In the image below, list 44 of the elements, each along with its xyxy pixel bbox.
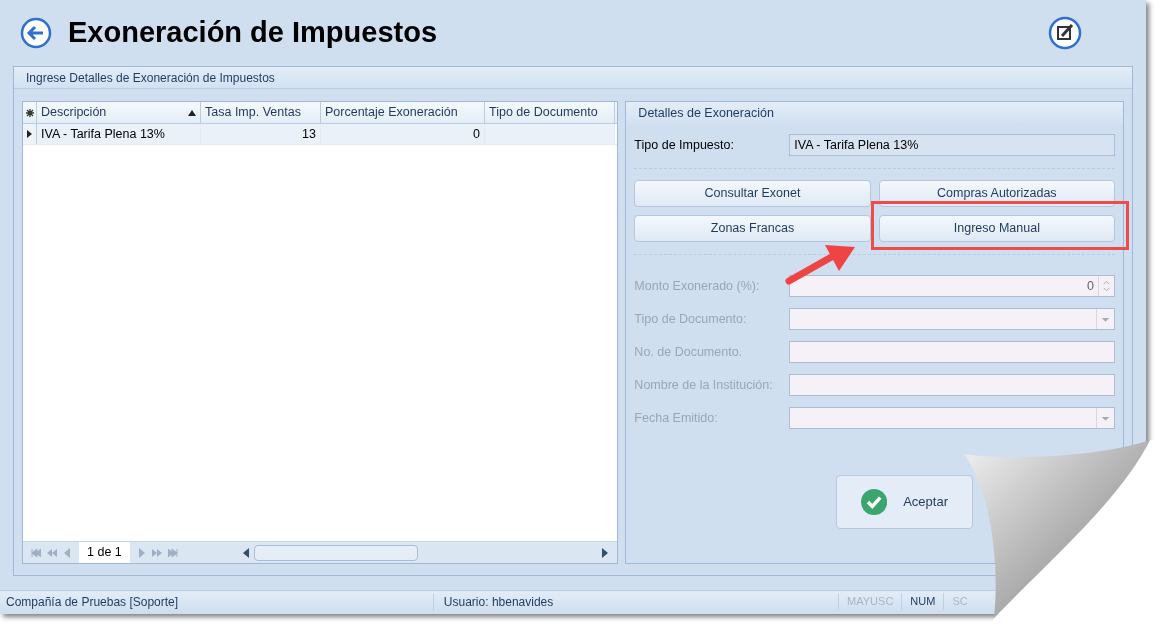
user-label: Usuario: hbenavides	[432, 592, 839, 611]
dropdown-field[interactable]	[789, 308, 1115, 330]
field-label: Fecha Emitido:	[634, 409, 719, 427]
right-arrow-icon[interactable]	[601, 547, 610, 558]
table-cell: IVA - Tarifa Plena 13%	[37, 124, 201, 144]
row-indicator[interactable]	[23, 124, 37, 144]
left-arrow-icon[interactable]	[241, 547, 250, 558]
column-header[interactable]: Tasa Imp. Ventas	[201, 102, 321, 123]
panel-title: Detalles de Exoneración	[626, 102, 1123, 124]
pointer-arrow	[785, 243, 857, 285]
action-button[interactable]: Consultar Exonet	[634, 180, 871, 207]
field-label: Tipo de Impuesto:	[634, 136, 735, 154]
accept-button[interactable]: Aceptar	[836, 475, 973, 529]
table-cell: 0	[321, 124, 485, 144]
field-value: 0	[1087, 278, 1094, 293]
input-field[interactable]	[789, 374, 1115, 396]
action-button[interactable]: Zonas Francas	[634, 215, 871, 242]
input-field[interactable]	[789, 341, 1115, 363]
action-button[interactable]: Ingreso Manual	[878, 215, 1115, 242]
company-label: Compañía de Pruebas [Soporte]	[5, 593, 180, 611]
previous-page-icon[interactable]	[47, 548, 57, 557]
scroll-thumb[interactable]	[253, 544, 418, 561]
page-indicator: 1 de 1	[79, 542, 130, 563]
column-header[interactable]: Descripción	[37, 102, 201, 123]
dropdown-field[interactable]	[789, 407, 1115, 429]
tax-type-field: IVA - Tarifa Plena 13%	[789, 134, 1115, 156]
current-row-icon	[27, 130, 32, 138]
group-title: Ingrese Detalles de Exoneración de Impuestos	[14, 67, 1132, 89]
column-header[interactable]: Tipo de Documento	[485, 102, 615, 123]
last-page-icon[interactable]	[167, 548, 178, 557]
field-label: Nombre de la Institución:	[634, 376, 774, 394]
window-title: Exoneración de Impuestos	[68, 15, 439, 51]
first-page-icon[interactable]	[31, 548, 41, 557]
field-label: No. de Documento.	[634, 343, 744, 361]
column-header[interactable]: Porcentaje Exoneración	[321, 102, 485, 123]
table-cell: 13	[201, 124, 321, 144]
edit-icon[interactable]	[1048, 16, 1082, 50]
status-indicator: NUM	[901, 593, 944, 610]
asterisk-icon	[25, 108, 34, 117]
field-label: Tipo de Documento:	[634, 310, 748, 328]
field-label: Monto Exonerado (%):	[634, 277, 761, 295]
checkmark-icon	[861, 487, 888, 517]
action-button[interactable]: Compras Autorizadas	[878, 180, 1115, 207]
next-page-icon[interactable]	[151, 548, 162, 557]
